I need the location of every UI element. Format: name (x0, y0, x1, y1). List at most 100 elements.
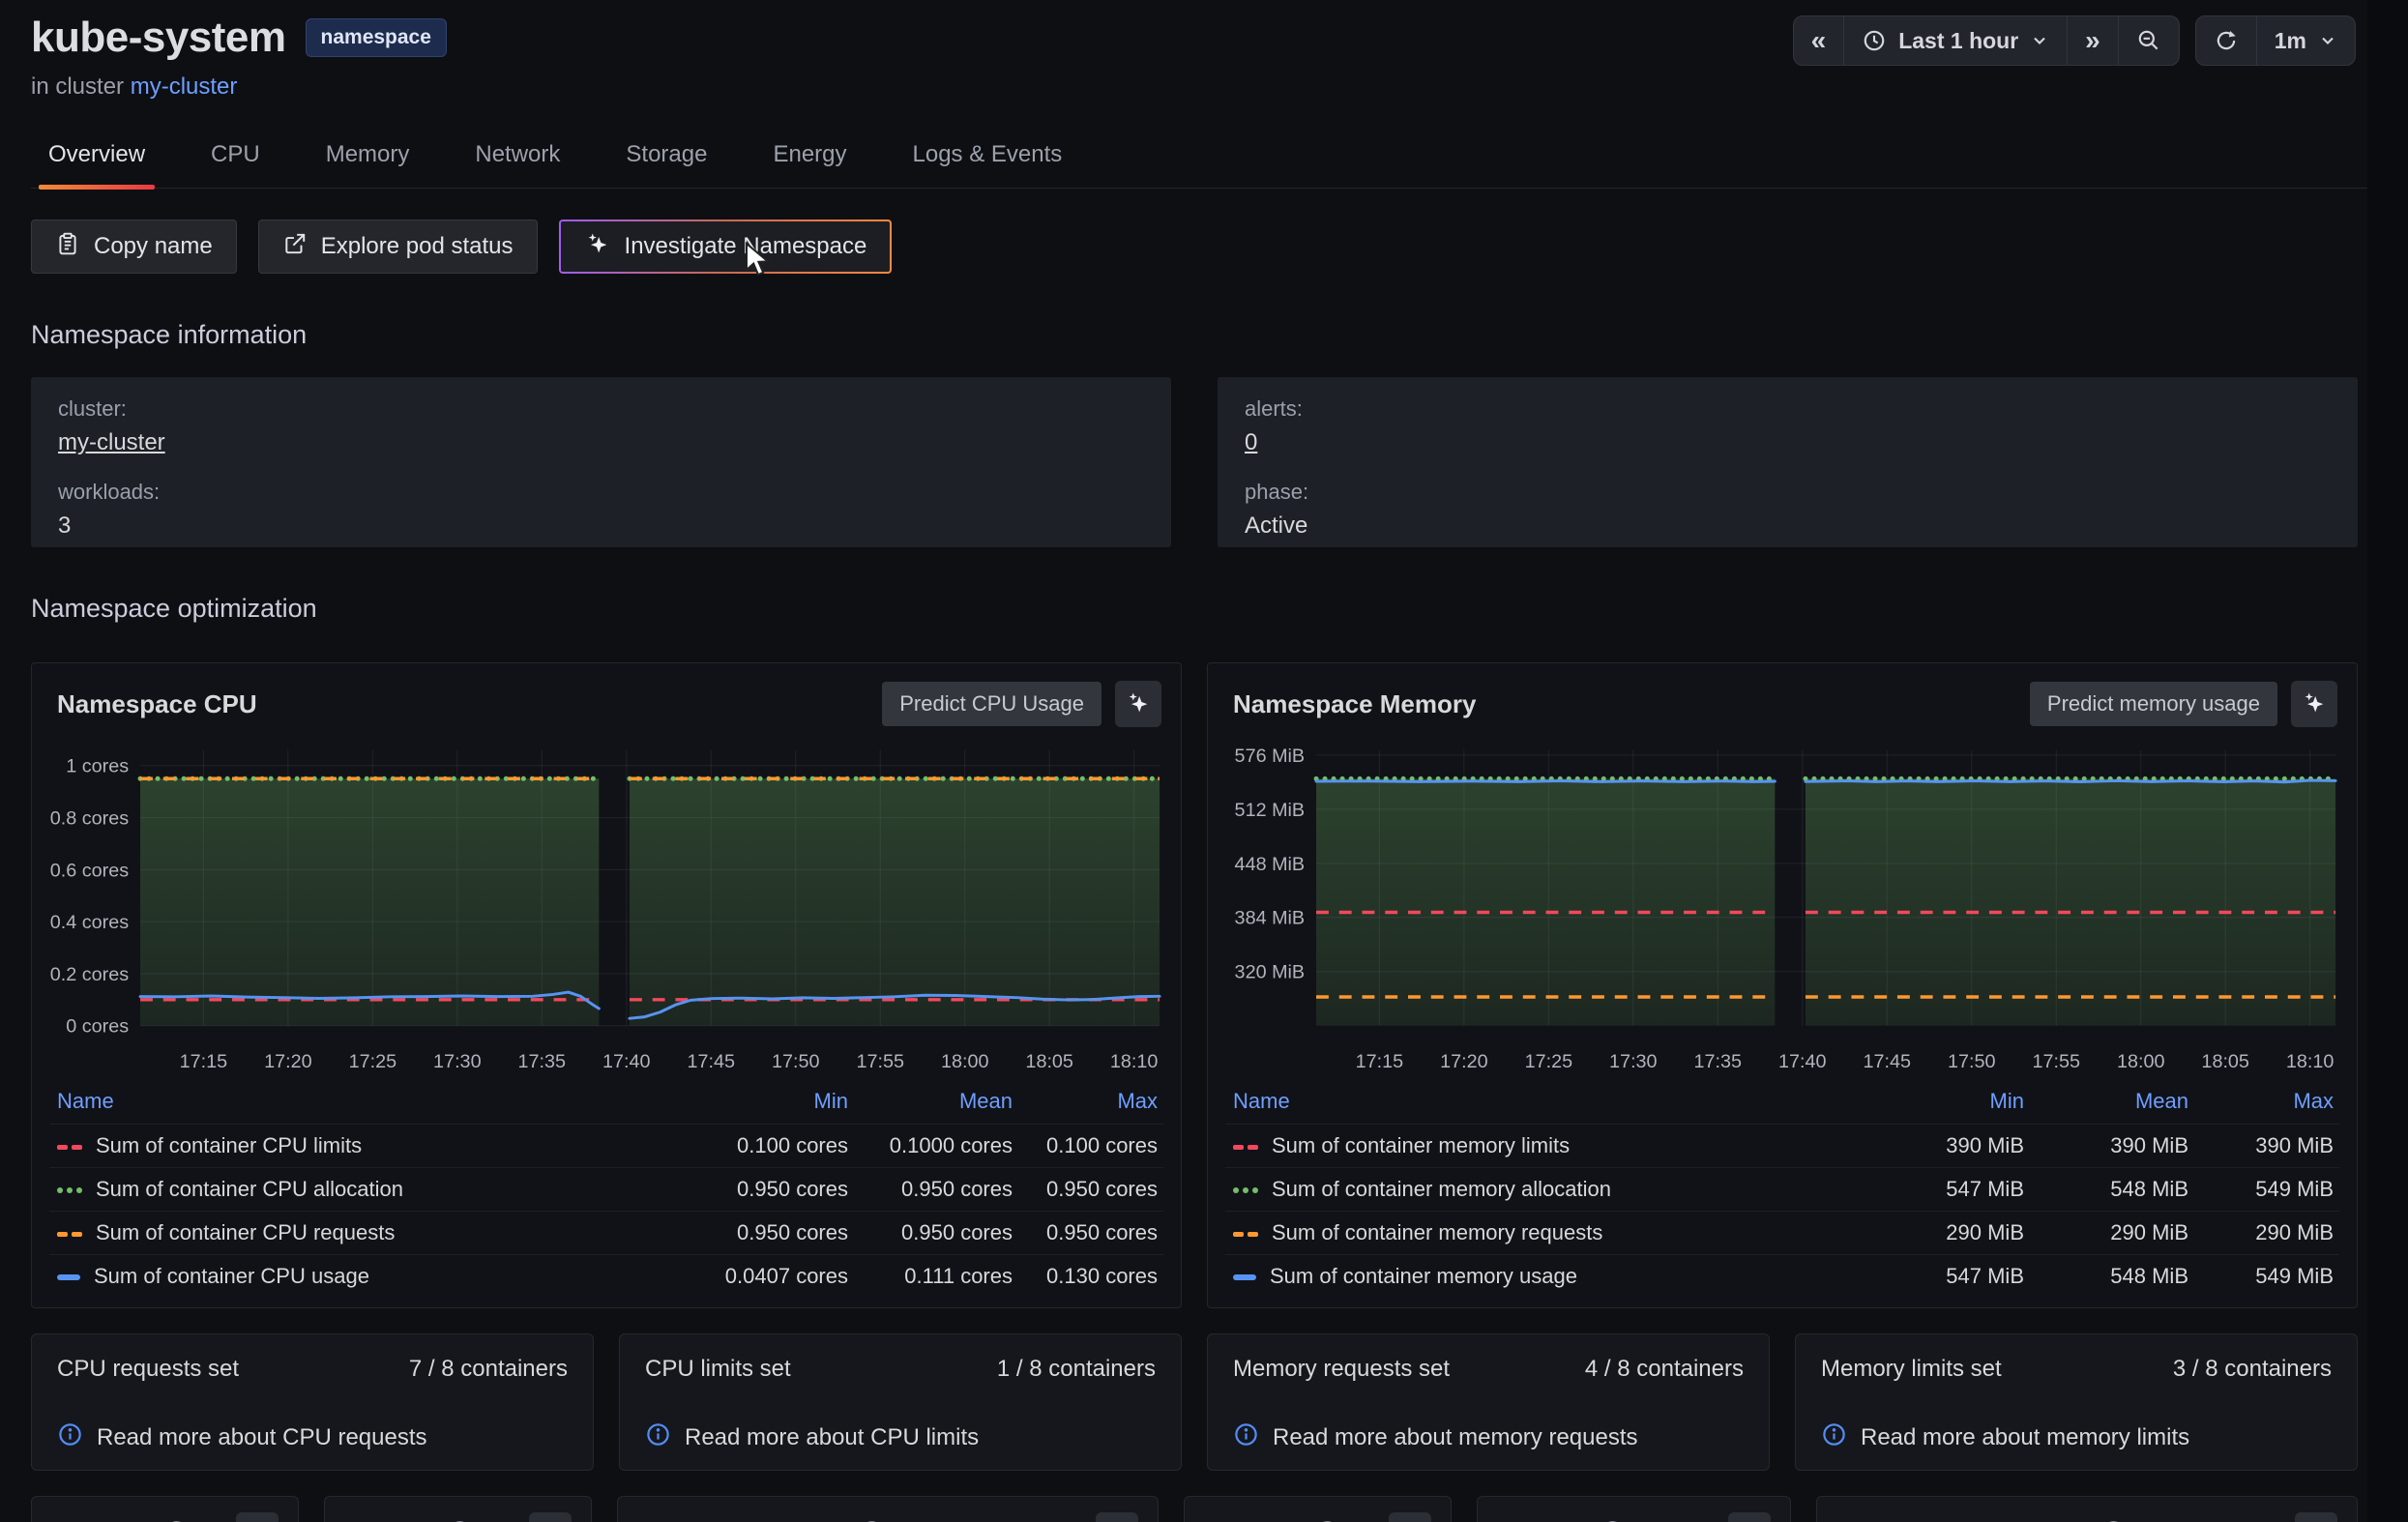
tab-storage[interactable]: Storage (612, 130, 720, 188)
ai-sparkle-button[interactable] (1115, 681, 1161, 727)
card-count: 3 / 8 containers (2173, 1356, 2332, 1383)
series-name[interactable]: Sum of container CPU usage (49, 1255, 690, 1299)
ai-sparkle-button[interactable] (1389, 1512, 1431, 1522)
legend-row: Sum of container memory usage 547 MiB 54… (1225, 1255, 2339, 1299)
sparkle-icon (1125, 689, 1152, 719)
legend-col-max[interactable]: Max (2194, 1079, 2339, 1125)
series-name[interactable]: Sum of container memory limits (1225, 1125, 1865, 1168)
copy-name-button[interactable]: Copy name (31, 220, 237, 274)
series-min: 0.950 cores (690, 1168, 854, 1212)
info-field: phase: Active (1245, 480, 2331, 540)
ai-sparkle-button[interactable] (2295, 1512, 2337, 1522)
action-buttons: Copy name Explore pod status Investigate N… (31, 220, 2367, 274)
ai-sparkle-button[interactable] (1096, 1512, 1138, 1522)
tab-energy[interactable]: Energy (759, 130, 860, 188)
legend-col-mean[interactable]: Mean (854, 1079, 1018, 1125)
sparkle-icon (1103, 1519, 1131, 1522)
card-title: Memory limits set (1821, 1356, 2002, 1383)
panel-header: Namespace CPU Predict CPU Usage (49, 677, 1163, 729)
info-panel-right: alerts: 0 phase: Active (1218, 377, 2358, 547)
zoom-out-icon (2136, 28, 2161, 53)
read-more-link[interactable]: Read more about CPU limits (645, 1421, 1156, 1454)
ai-sparkle-button[interactable] (236, 1512, 279, 1522)
investigate-namespace-button[interactable]: Investigate Namespace (559, 220, 893, 274)
info-label: cluster: (58, 396, 1144, 422)
tab-cpu[interactable]: CPU (197, 130, 274, 188)
time-shift-back-button[interactable]: « (1794, 16, 1844, 65)
refresh-interval-picker[interactable]: 1m (2256, 16, 2355, 65)
tab-network[interactable]: Network (461, 130, 573, 188)
info-label: phase: (1245, 480, 2331, 505)
series-name[interactable]: Sum of container memory usage (1225, 1255, 1865, 1299)
predict-button[interactable]: Predict memory usage (2030, 682, 2277, 726)
sparkle-icon (244, 1519, 271, 1522)
read-more-link[interactable]: Read more about memory requests (1233, 1421, 1744, 1454)
ai-sparkle-button[interactable] (529, 1512, 572, 1522)
info-icon (1821, 1421, 1847, 1454)
ai-sparkle-button[interactable] (2291, 681, 2337, 727)
tab-overview[interactable]: Overview (35, 130, 159, 188)
svg-text:17:25: 17:25 (349, 1051, 397, 1072)
series-max: 0.100 cores (1018, 1125, 1163, 1168)
info-icon (1233, 1421, 1259, 1454)
series-swatch-dashed (57, 1145, 82, 1150)
clipboard-icon (55, 231, 80, 263)
svg-text:0.6 cores: 0.6 cores (50, 860, 129, 881)
legend-row: Sum of container CPU usage 0.0407 cores … (49, 1255, 1163, 1299)
scrollbar-track[interactable] (2367, 0, 2408, 1522)
refresh-button[interactable] (2196, 16, 2256, 65)
timeseries-plot[interactable]: 320 MiB384 MiB448 MiB512 MiB576 MiB17:15… (1225, 735, 2339, 1075)
series-mean: 290 MiB (2030, 1212, 2194, 1255)
series-mean: 0.1000 cores (854, 1125, 1018, 1168)
stat-card-1: Memor... $0.00227 (324, 1496, 592, 1522)
legend-col-name[interactable]: Name (1225, 1079, 1865, 1125)
series-swatch-dashed (1233, 1145, 1258, 1150)
svg-text:17:20: 17:20 (1440, 1051, 1488, 1072)
info-label: alerts: (1245, 396, 2331, 422)
series-name[interactable]: Sum of container CPU limits (49, 1125, 690, 1168)
time-shift-forward-button[interactable]: » (2067, 16, 2118, 65)
sparkle-icon (2303, 1519, 2330, 1522)
legend-col-min[interactable]: Min (690, 1079, 854, 1125)
zoom-out-button[interactable] (2118, 16, 2179, 65)
legend-row: Sum of container memory limits 390 MiB 3… (1225, 1125, 2339, 1168)
series-name[interactable]: Sum of container memory allocation (1225, 1168, 1865, 1212)
legend-col-mean[interactable]: Mean (2030, 1079, 2194, 1125)
series-name[interactable]: Sum of container memory requests (1225, 1212, 1865, 1255)
tab-logs-events[interactable]: Logs & Events (899, 130, 1076, 188)
timeseries-plot[interactable]: 0 cores0.2 cores0.4 cores0.6 cores0.8 co… (49, 735, 1163, 1075)
series-name[interactable]: Sum of container CPU requests (49, 1212, 690, 1255)
sparkle-icon (584, 230, 611, 264)
info-value-link[interactable]: my-cluster (58, 429, 1144, 456)
series-name[interactable]: Sum of container CPU allocation (49, 1168, 690, 1212)
card-count: 7 / 8 containers (409, 1356, 568, 1383)
panel-title: Namespace CPU (57, 689, 257, 719)
time-range-picker[interactable]: Last 1 hour (1843, 16, 2067, 65)
svg-text:0 cores: 0 cores (66, 1016, 129, 1038)
panel-title: Namespace Memory (1233, 689, 1476, 719)
read-more-link[interactable]: Read more about CPU requests (57, 1421, 568, 1454)
info-value-link[interactable]: 0 (1245, 429, 2331, 456)
explore-pod-status-button[interactable]: Explore pod status (258, 220, 538, 274)
card-cpu-requests-set: CPU requests set 7 / 8 containers Read m… (31, 1333, 594, 1471)
svg-text:18:10: 18:10 (2286, 1051, 2335, 1072)
legend-col-max[interactable]: Max (1018, 1079, 1163, 1125)
dashboard-header: kube-system namespace in cluster my-clus… (31, 14, 2367, 101)
panel-header: Namespace Memory Predict memory usage (1225, 677, 2339, 729)
legend-row: Sum of container memory requests 290 MiB… (1225, 1212, 2339, 1255)
sparkle-icon (2301, 689, 2328, 719)
series-mean: 0.950 cores (854, 1212, 1018, 1255)
legend-col-min[interactable]: Min (1865, 1079, 2030, 1125)
series-swatch-dashed (57, 1232, 82, 1237)
namespace-badge: namespace (306, 18, 447, 57)
read-more-link[interactable]: Read more about memory limits (1821, 1421, 2332, 1454)
clock-icon (1862, 28, 1887, 53)
svg-text:18:10: 18:10 (1110, 1051, 1159, 1072)
predict-button[interactable]: Predict CPU Usage (882, 682, 1101, 726)
series-min: 547 MiB (1865, 1168, 2030, 1212)
legend-col-name[interactable]: Name (49, 1079, 690, 1125)
tab-memory[interactable]: Memory (312, 130, 424, 188)
cluster-link[interactable]: my-cluster (131, 73, 238, 100)
ai-sparkle-button[interactable] (1728, 1512, 1771, 1522)
external-link-icon (282, 231, 308, 263)
